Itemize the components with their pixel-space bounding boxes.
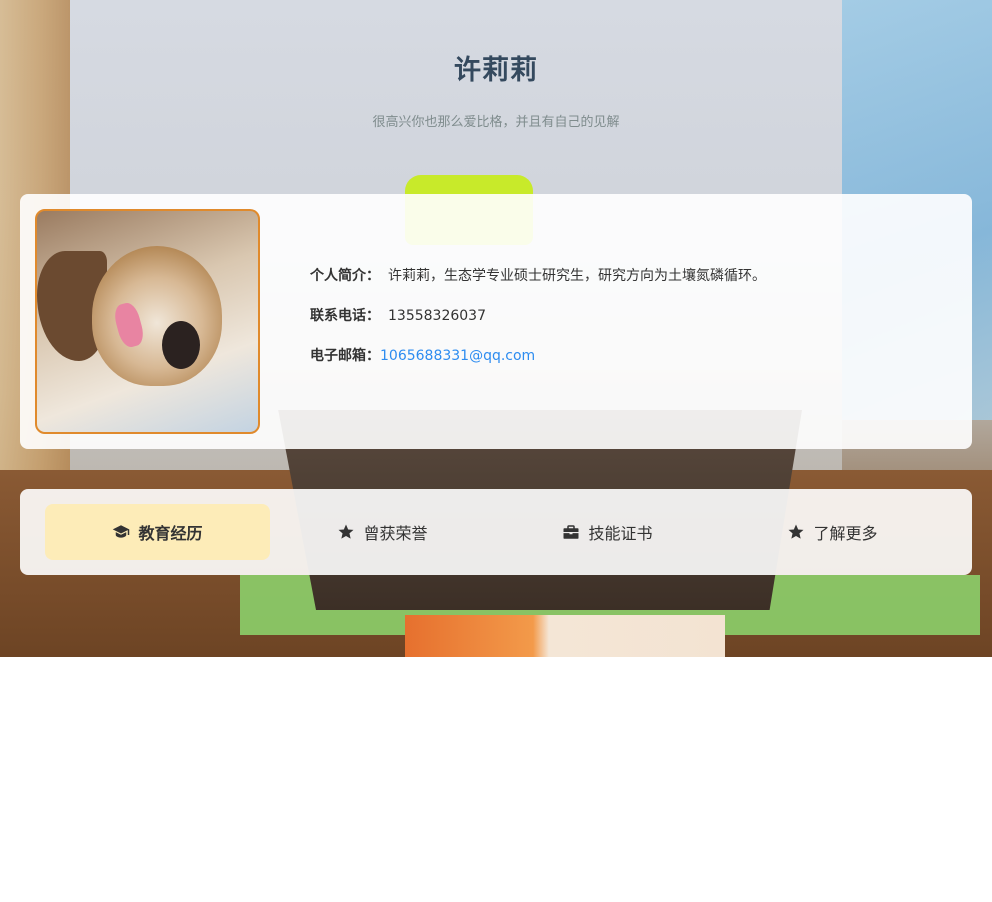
tab-education-label: 教育经历 [138, 524, 203, 543]
background-book [405, 615, 725, 657]
email-label: 电子邮箱： [310, 348, 380, 364]
avatar-dog-nose [162, 321, 200, 369]
bio-row: 个人简介： 许莉莉，生态学专业硕士研究生，研究方向为土壤氮磷循环。 [310, 266, 766, 306]
avatar-dog-head [92, 246, 222, 386]
profile-info: 个人简介： 许莉莉，生态学专业硕士研究生，研究方向为土壤氮磷循环。 联系电话： 13… [310, 266, 766, 386]
tab-more[interactable]: 了解更多 [720, 504, 945, 560]
tab-education[interactable]: 教育经历 [45, 504, 270, 560]
tab-honors[interactable]: 曾获荣誉 [270, 504, 495, 560]
star-icon [787, 523, 805, 541]
profile-card: 个人简介： 许莉莉，生态学专业硕士研究生，研究方向为土壤氮磷循环。 联系电话： 13… [20, 194, 972, 449]
email-link[interactable]: 1065688331@qq.com [380, 348, 535, 364]
tab-more-label: 了解更多 [813, 524, 878, 543]
avatar [35, 209, 260, 434]
phone-row: 联系电话： 13558326037 [310, 306, 766, 346]
graduation-cap-icon [112, 523, 130, 541]
hero-background: 许莉莉 很高兴你也那么爱比格，并且有自己的见解 个人简介： 许莉莉，生态学专业硕士… [0, 0, 992, 657]
email-row: 电子邮箱：1065688331@qq.com [310, 346, 766, 386]
star-icon [337, 523, 355, 541]
tab-certificates[interactable]: 技能证书 [495, 504, 720, 560]
tab-honors-label: 曾获荣誉 [363, 524, 428, 543]
bio-label: 个人简介： [310, 268, 380, 284]
tab-certificates-label: 技能证书 [588, 524, 653, 543]
page-title: 许莉莉 [454, 55, 538, 86]
phone-label: 联系电话： [310, 308, 380, 324]
briefcase-icon [562, 523, 580, 541]
tabs-bar: 教育经历 曾获荣誉 技能证书 了解更多 [20, 489, 972, 575]
page-subtitle: 很高兴你也那么爱比格，并且有自己的见解 [372, 115, 620, 130]
bio-value: 许莉莉，生态学专业硕士研究生，研究方向为土壤氮磷循环。 [388, 268, 766, 284]
phone-value: 13558326037 [388, 308, 486, 324]
